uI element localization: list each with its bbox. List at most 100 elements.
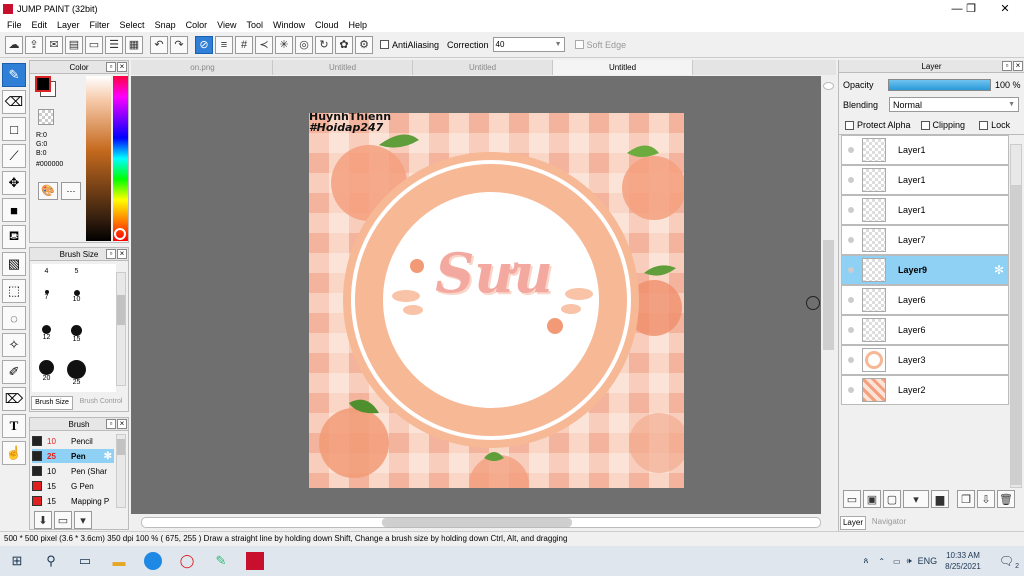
menu-snap[interactable]: Snap [150,20,181,30]
panel-close-icon[interactable]: × [1013,61,1023,71]
tab-navigator[interactable]: Navigator [867,516,911,530]
grid-icon[interactable]: ▦ [125,35,143,54]
new-layer-8bit-icon[interactable]: ▣ [863,490,881,508]
select-tool-icon[interactable]: ⬚ [2,279,26,303]
menu-filter[interactable]: Filter [85,20,115,30]
brush-size-item[interactable]: 7 [34,290,59,301]
visibility-icon[interactable] [848,297,854,303]
magic-wand-tool-icon[interactable]: ✧ [2,333,26,357]
panel-float-icon[interactable]: ▫ [1002,61,1012,71]
layer-row[interactable]: Layer3 [841,345,1009,375]
menu-edit[interactable]: Edit [27,20,53,30]
brush-new-icon[interactable]: ▭ [54,511,72,529]
brush-download-icon[interactable]: ⬇ [34,511,52,529]
clipping-checkbox[interactable] [920,120,930,130]
scroll-thumb[interactable] [117,439,125,455]
foreground-color-swatch[interactable] [35,76,51,92]
hue-slider[interactable] [113,76,128,241]
menu-help[interactable]: Help [344,20,373,30]
delete-layer-icon[interactable]: 🗑 [997,490,1015,508]
palette-icon[interactable]: 🎨 [38,182,58,200]
tab-layer[interactable]: Layer [840,516,866,530]
correction-dropdown[interactable]: 40 ▼ [492,37,565,52]
jump-paint-taskbar-icon[interactable] [238,546,272,576]
layer-row[interactable]: Layer1 [841,165,1009,195]
tab-document[interactable]: on.png [133,60,273,75]
eyedropper-icon[interactable]: ⋯ [61,182,81,200]
protect-alpha-checkbox[interactable] [845,120,854,130]
file-explorer-icon[interactable]: ▬ [102,546,136,576]
brush-menu-icon[interactable]: ▾ [74,511,92,529]
select-eraser-tool-icon[interactable]: ⌦ [2,387,26,411]
layer-row[interactable]: Layer6 [841,285,1009,315]
snap-grid-icon[interactable]: # [235,35,253,54]
scroll-up-icon[interactable] [823,82,834,90]
layer-row[interactable]: Layer1 [841,135,1009,165]
brush-size-item[interactable]: 15 [64,325,89,343]
antialiasing-checkbox[interactable] [380,40,389,49]
tab-document[interactable]: Untitled [413,60,553,75]
snap-parallel-icon[interactable]: ≡ [215,35,233,54]
new-layer-1bit-icon[interactable]: ▢ [883,490,901,508]
brush-item-selected[interactable]: 25 Pen ✻ [32,449,114,463]
lock-checkbox[interactable] [979,120,989,130]
gear-icon[interactable]: ✻ [994,263,1004,277]
bucket-tool-icon[interactable]: ⛾ [2,225,26,249]
layer-row[interactable]: Layer6 [841,315,1009,345]
brush-item[interactable]: 10 Pen (Shar [32,464,114,478]
comment-icon[interactable]: ✉ [45,35,63,54]
line-tool-icon[interactable]: ⟋ [2,144,26,168]
brush-size-item[interactable]: 12 [34,325,59,341]
menu-view[interactable]: View [212,20,241,30]
tab-brush-size[interactable]: Brush Size [31,396,73,410]
rect-tool-icon[interactable]: □ [2,117,26,141]
panel-close-icon[interactable]: × [117,62,127,72]
tray-chevron-icon[interactable]: ⌃ [878,557,885,566]
blending-dropdown[interactable]: Normal ▼ [889,97,1019,112]
menu-select[interactable]: Select [115,20,150,30]
page-icon[interactable]: ▭ [85,35,103,54]
merge-layer-icon[interactable]: ⇩ [977,490,995,508]
panel-float-icon[interactable]: ▫ [106,249,116,259]
opacity-slider[interactable] [888,79,991,91]
panel-close-icon[interactable]: × [117,249,127,259]
layer-type-menu-icon[interactable]: ▾ [903,490,929,508]
horizontal-scrollbar[interactable] [131,514,836,530]
task-view-icon[interactable]: ▭ [68,546,102,576]
artwork-canvas[interactable]: HuynhThienn #Hoidap247 Sưu [309,113,684,488]
cloud-icon[interactable]: ☁ [5,35,23,54]
layer-scrollbar[interactable] [1010,144,1022,488]
fill-rect-tool-icon[interactable]: ■ [2,198,26,222]
tab-document-active[interactable]: Untitled [553,60,693,75]
snap-gear-icon[interactable]: ⚙ [355,35,373,54]
layer-row-selected[interactable]: Layer9 ✻ [841,255,1009,285]
brush-item[interactable]: 10 Pencil [32,434,114,448]
people-icon[interactable]: ጰ [864,556,869,566]
snap-curve-icon[interactable]: ↻ [315,35,333,54]
gradient-tool-icon[interactable]: ▧ [2,252,26,276]
scroll-thumb[interactable] [117,295,125,325]
layer-row[interactable]: Layer1 [841,195,1009,225]
redo-icon[interactable]: ↷ [170,35,188,54]
visibility-icon[interactable] [848,357,854,363]
snap-perspective-icon[interactable]: ≺ [255,35,273,54]
eraser-tool-icon[interactable]: ⌫ [2,90,26,114]
search-icon[interactable]: ⚲ [34,546,68,576]
snap-settings-icon[interactable]: ✿ [335,35,353,54]
clock[interactable]: 10:33 AM 8/25/2021 [945,550,981,572]
visibility-icon[interactable] [848,147,854,153]
export-icon[interactable]: ⇪ [25,35,43,54]
layer-row[interactable]: Layer7 [841,225,1009,255]
menu-file[interactable]: File [2,20,27,30]
brush-item[interactable]: 15 Mapping P [32,494,114,508]
visibility-icon[interactable] [848,237,854,243]
maximize-button[interactable]: ❐ [954,0,988,17]
scroll-thumb[interactable] [823,240,834,350]
lasso-tool-icon[interactable]: ◌ [2,306,26,330]
snap-radial-icon[interactable]: ✳ [275,35,293,54]
scroll-thumb[interactable] [1011,185,1021,485]
panel-close-icon[interactable]: × [117,419,127,429]
panel-float-icon[interactable]: ▫ [106,419,116,429]
move-tool-icon[interactable]: ✥ [2,171,26,195]
brush-size-scrollbar[interactable] [116,272,126,386]
